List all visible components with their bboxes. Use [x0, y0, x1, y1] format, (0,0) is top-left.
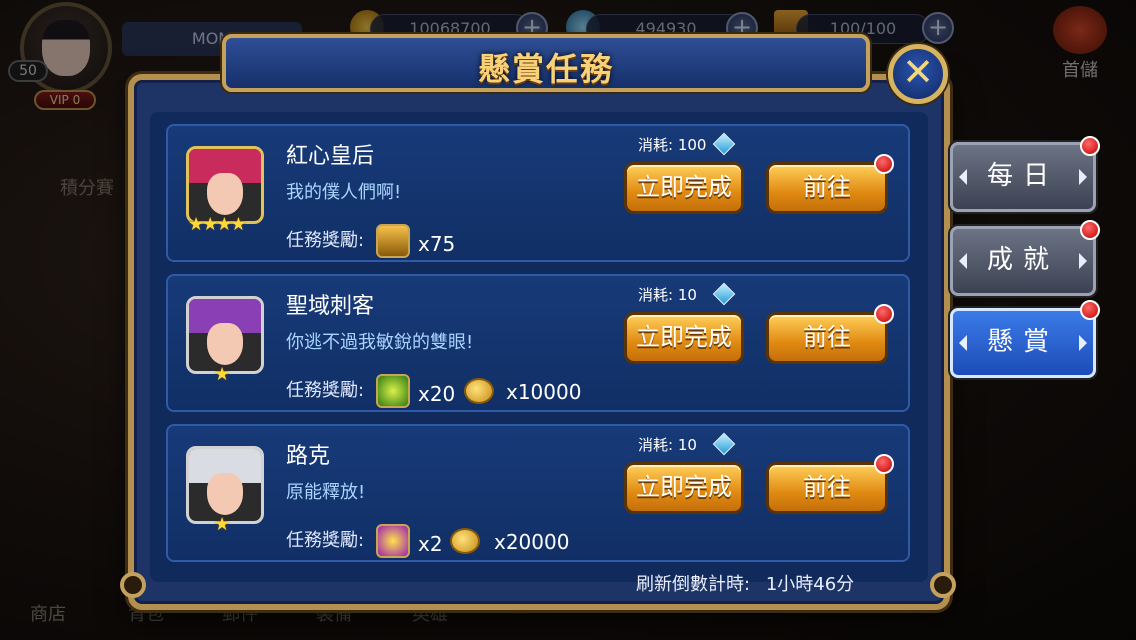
chevron-right-icon — [1079, 253, 1087, 269]
tab-daily[interactable]: 每日 — [950, 142, 1096, 212]
tab-label: 懸賞 — [986, 327, 1059, 357]
quest-description: 原能釋放! — [286, 482, 366, 503]
modal-title: 懸賞任務 — [477, 50, 614, 88]
complete-now-button[interactable]: 立即完成 — [624, 462, 744, 514]
green-fruit-icon — [376, 374, 410, 408]
star-rating: ★ — [214, 514, 230, 535]
chevron-left-icon — [959, 169, 967, 185]
reward-amount: x20000 — [494, 530, 570, 554]
diamond-icon — [712, 432, 736, 456]
quest-hero-name: 路克 — [286, 444, 331, 469]
reward-label: 任務獎勵: — [286, 230, 365, 251]
portrait-face — [207, 473, 243, 515]
tab-achievements[interactable]: 成就 — [950, 226, 1096, 296]
portrait-face — [207, 173, 243, 215]
complete-now-button[interactable]: 立即完成 — [624, 162, 744, 214]
corner-ornament-icon — [930, 572, 956, 598]
star-rating: ★★★★ — [188, 214, 247, 235]
notification-dot-icon — [874, 454, 894, 474]
notification-dot-icon — [874, 154, 894, 174]
go-button[interactable]: 前往 — [766, 462, 888, 514]
hero-portrait-sanctuary-assassin — [186, 296, 264, 374]
cost-label: 消耗: 10 — [638, 286, 697, 304]
reward-amount: x10000 — [506, 380, 582, 404]
notification-dot-icon — [1080, 300, 1100, 320]
refresh-label: 刷新倒數計時: — [636, 574, 751, 595]
tab-label: 每日 — [986, 161, 1059, 191]
reward-amount: x20 — [418, 382, 456, 406]
hero-portrait-luke — [186, 446, 264, 524]
treasure-chest-icon — [376, 224, 410, 258]
reward-amount: x2 — [418, 532, 443, 556]
quest-card: ★ 路克 原能釋放! 任務獎勵: x2 x20000 消耗: 10 立即完成 前… — [166, 424, 910, 562]
purple-fruit-icon — [376, 524, 410, 558]
quest-description: 你逃不過我敏銳的雙眼! — [286, 332, 474, 353]
go-button[interactable]: 前往 — [766, 162, 888, 214]
reward-amount: x75 — [418, 232, 456, 256]
notification-dot-icon — [1080, 220, 1100, 240]
quest-description: 我的僕人們啊! — [286, 182, 402, 203]
refresh-time: 1小時46分 — [765, 574, 855, 595]
chevron-left-icon — [959, 335, 967, 351]
portrait-face — [207, 323, 243, 365]
tab-bounty[interactable]: 懸賞 — [950, 308, 1096, 378]
quest-card: ★ 聖域刺客 你逃不過我敏銳的雙眼! 任務獎勵: x20 x10000 消耗: … — [166, 274, 910, 412]
tab-label: 成就 — [986, 245, 1059, 275]
cost-label: 消耗: 10 — [638, 436, 697, 454]
cost-label: 消耗: 100 — [638, 136, 707, 154]
chevron-right-icon — [1079, 169, 1087, 185]
corner-ornament-icon — [120, 572, 146, 598]
close-button[interactable]: ✕ — [888, 44, 948, 104]
quest-hero-name: 紅心皇后 — [286, 144, 375, 169]
chevron-right-icon — [1079, 335, 1087, 351]
complete-now-button[interactable]: 立即完成 — [624, 312, 744, 364]
go-button[interactable]: 前往 — [766, 312, 888, 364]
diamond-icon — [712, 132, 736, 156]
hero-portrait-red-queen — [186, 146, 264, 224]
refresh-countdown: 刷新倒數計時: 1小時46分 — [636, 570, 854, 596]
reward-label: 任務獎勵: — [286, 380, 365, 401]
quest-hero-name: 聖域刺客 — [286, 294, 375, 319]
gold-coin-icon — [450, 528, 480, 554]
reward-label: 任務獎勵: — [286, 530, 365, 551]
close-icon: ✕ — [902, 50, 934, 94]
diamond-icon — [712, 282, 736, 306]
notification-dot-icon — [1080, 136, 1100, 156]
quest-card: ★★★★ 紅心皇后 我的僕人們啊! 任務獎勵: x75 消耗: 100 立即完成… — [166, 124, 910, 262]
modal-title-banner: 懸賞任務 — [222, 34, 870, 92]
notification-dot-icon — [874, 304, 894, 324]
star-rating: ★ — [214, 364, 230, 385]
gold-coin-icon — [464, 378, 494, 404]
chevron-left-icon — [959, 253, 967, 269]
